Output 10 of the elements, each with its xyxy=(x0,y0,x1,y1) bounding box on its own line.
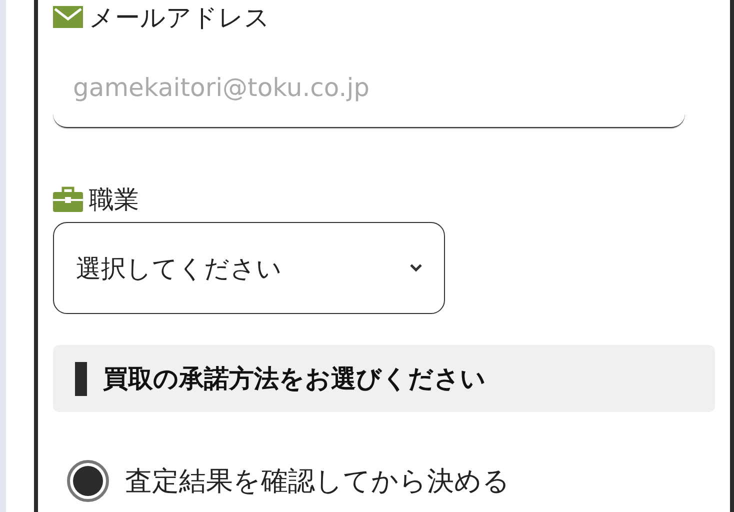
radio-label[interactable]: 査定結果を確認してから決める xyxy=(125,463,510,499)
occupation-select[interactable]: 選択してください xyxy=(53,222,445,314)
briefcase-icon xyxy=(53,186,83,212)
email-label: メールアドレス xyxy=(89,2,270,34)
chevron-down-icon xyxy=(410,264,422,272)
section-heading: 買取の承諾方法をお選びください xyxy=(103,363,486,395)
radio-button[interactable] xyxy=(67,460,109,502)
occupation-label: 職業 xyxy=(89,184,139,216)
accent-bar xyxy=(75,362,87,396)
envelope-icon xyxy=(53,6,83,28)
